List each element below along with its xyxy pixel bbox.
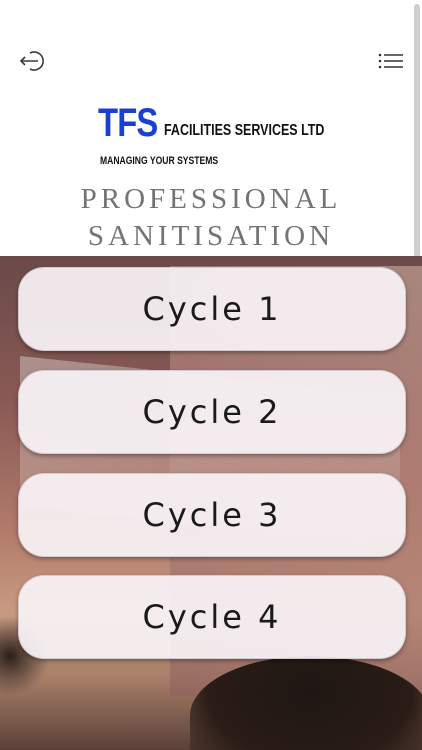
page-title-line-2: SANITISATION xyxy=(87,220,335,252)
cycle-2-label: Cycle 2 xyxy=(142,393,282,431)
app-screen: TFS FACILITIES SERVICES LTD MANAGING YOU… xyxy=(0,0,422,750)
exit-icon xyxy=(19,51,44,71)
cycle-3-label: Cycle 3 xyxy=(142,496,282,534)
scrollbar[interactable] xyxy=(414,4,420,260)
hamburger-menu-icon xyxy=(378,53,403,69)
cycle-3-button[interactable]: Cycle 3 xyxy=(18,473,406,557)
exit-button[interactable] xyxy=(18,48,50,74)
cycle-4-button[interactable]: Cycle 4 xyxy=(18,575,406,659)
menu-button[interactable] xyxy=(376,50,406,72)
cycle-1-button[interactable]: Cycle 1 xyxy=(18,267,406,351)
header: TFS FACILITIES SERVICES LTD MANAGING YOU… xyxy=(0,0,422,256)
company-logo: TFS FACILITIES SERVICES LTD MANAGING YOU… xyxy=(98,100,338,172)
logo-brand: TFS xyxy=(98,101,158,145)
cycle-4-label: Cycle 4 xyxy=(142,598,282,636)
page-title-line-1: PROFESSIONAL xyxy=(80,183,342,215)
logo-tagline: MANAGING YOUR SYSTEMS xyxy=(100,155,219,167)
cycle-2-button[interactable]: Cycle 2 xyxy=(18,370,406,454)
logo-company-name: FACILITIES SERVICES LTD xyxy=(164,122,325,139)
cycle-1-label: Cycle 1 xyxy=(142,290,282,328)
